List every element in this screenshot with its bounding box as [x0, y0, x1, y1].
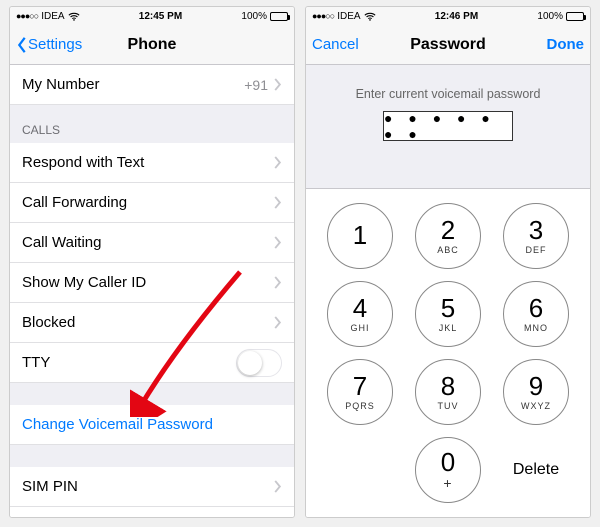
status-time: 12:46 PM	[435, 11, 478, 22]
status-bar: ●●●○○ IDEA 12:46 PM 100%	[306, 7, 590, 25]
cell-label: TTY	[22, 354, 50, 371]
blocked-cell[interactable]: Blocked	[10, 303, 294, 343]
chevron-right-icon	[274, 276, 282, 289]
key-4[interactable]: 4GHI	[327, 281, 393, 347]
phone-settings-screen: ●●●○○ IDEA 12:45 PM 100% Settings Phone …	[9, 6, 295, 518]
cell-label: Call Waiting	[22, 234, 101, 251]
carrier-label: IDEA	[337, 11, 360, 22]
cell-label: Respond with Text	[22, 154, 144, 171]
signal-dots-icon: ●●●○○	[16, 11, 38, 21]
cell-label: Show My Caller ID	[22, 274, 146, 291]
cell-label: Call Forwarding	[22, 194, 127, 211]
password-entry-screen: ●●●○○ IDEA 12:46 PM 100% Cancel Password…	[305, 6, 591, 518]
chevron-right-icon	[274, 196, 282, 209]
key-7[interactable]: 7PQRS	[327, 359, 393, 425]
wifi-icon	[364, 12, 376, 21]
chevron-right-icon	[274, 480, 282, 493]
chevron-right-icon	[274, 236, 282, 249]
password-dots: ● ● ● ● ● ● ●	[384, 110, 512, 142]
chevron-right-icon	[274, 78, 282, 91]
back-button[interactable]: Settings	[16, 36, 82, 54]
password-prompt: Enter current voicemail password	[306, 87, 590, 101]
chevron-right-icon	[274, 156, 282, 169]
call-waiting-cell[interactable]: Call Waiting	[10, 223, 294, 263]
key-6[interactable]: 6MNO	[503, 281, 569, 347]
status-bar: ●●●○○ IDEA 12:45 PM 100%	[10, 7, 294, 25]
tty-cell: TTY	[10, 343, 294, 383]
key-8[interactable]: 8TUV	[415, 359, 481, 425]
call-forwarding-cell[interactable]: Call Forwarding	[10, 183, 294, 223]
chevron-right-icon	[274, 316, 282, 329]
show-caller-id-cell[interactable]: Show My Caller ID	[10, 263, 294, 303]
battery-percent: 100%	[241, 11, 267, 22]
chevron-left-icon	[16, 36, 28, 54]
cell-label: SIM PIN	[22, 478, 78, 495]
cell-label: Blocked	[22, 314, 75, 331]
password-area: Enter current voicemail password ● ● ● ●…	[306, 65, 590, 517]
sim-applications-cell[interactable]: SIM Applications	[10, 507, 294, 517]
sim-pin-cell[interactable]: SIM PIN	[10, 467, 294, 507]
section-header-calls: CALLS	[10, 105, 294, 143]
nav-bar: Cancel Password Done	[306, 25, 590, 65]
signal-dots-icon: ●●●○○	[312, 11, 334, 21]
change-voicemail-password-cell[interactable]: Change Voicemail Password	[10, 405, 294, 445]
key-9[interactable]: 9WXYZ	[503, 359, 569, 425]
key-2[interactable]: 2ABC	[415, 203, 481, 269]
battery-icon	[566, 12, 584, 21]
settings-list: My Number +91 CALLS Respond with Text Ca…	[10, 65, 294, 517]
done-button[interactable]: Done	[547, 36, 585, 53]
cancel-button[interactable]: Cancel	[312, 36, 359, 53]
tty-switch[interactable]	[236, 349, 282, 377]
cell-label: My Number	[22, 76, 100, 93]
cell-label: Change Voicemail Password	[22, 416, 213, 433]
my-number-cell[interactable]: My Number +91	[10, 65, 294, 105]
key-5[interactable]: 5JKL	[415, 281, 481, 347]
back-label: Settings	[28, 36, 82, 53]
wifi-icon	[68, 12, 80, 21]
delete-button[interactable]: Delete	[503, 437, 569, 503]
cell-value: +91	[244, 77, 274, 93]
carrier-label: IDEA	[41, 11, 64, 22]
keypad-spacer	[327, 437, 393, 503]
nav-bar: Settings Phone	[10, 25, 294, 65]
battery-percent: 100%	[537, 11, 563, 22]
cancel-label: Cancel	[312, 36, 359, 53]
battery-icon	[270, 12, 288, 21]
numeric-keypad: 1 2ABC 3DEF 4GHI 5JKL 6MNO 7PQRS 8TUV 9W…	[306, 188, 590, 517]
key-1[interactable]: 1	[327, 203, 393, 269]
password-field[interactable]: ● ● ● ● ● ● ●	[383, 111, 513, 141]
key-3[interactable]: 3DEF	[503, 203, 569, 269]
done-label: Done	[547, 36, 585, 53]
status-time: 12:45 PM	[139, 11, 182, 22]
respond-with-text-cell[interactable]: Respond with Text	[10, 143, 294, 183]
key-0[interactable]: 0+	[415, 437, 481, 503]
